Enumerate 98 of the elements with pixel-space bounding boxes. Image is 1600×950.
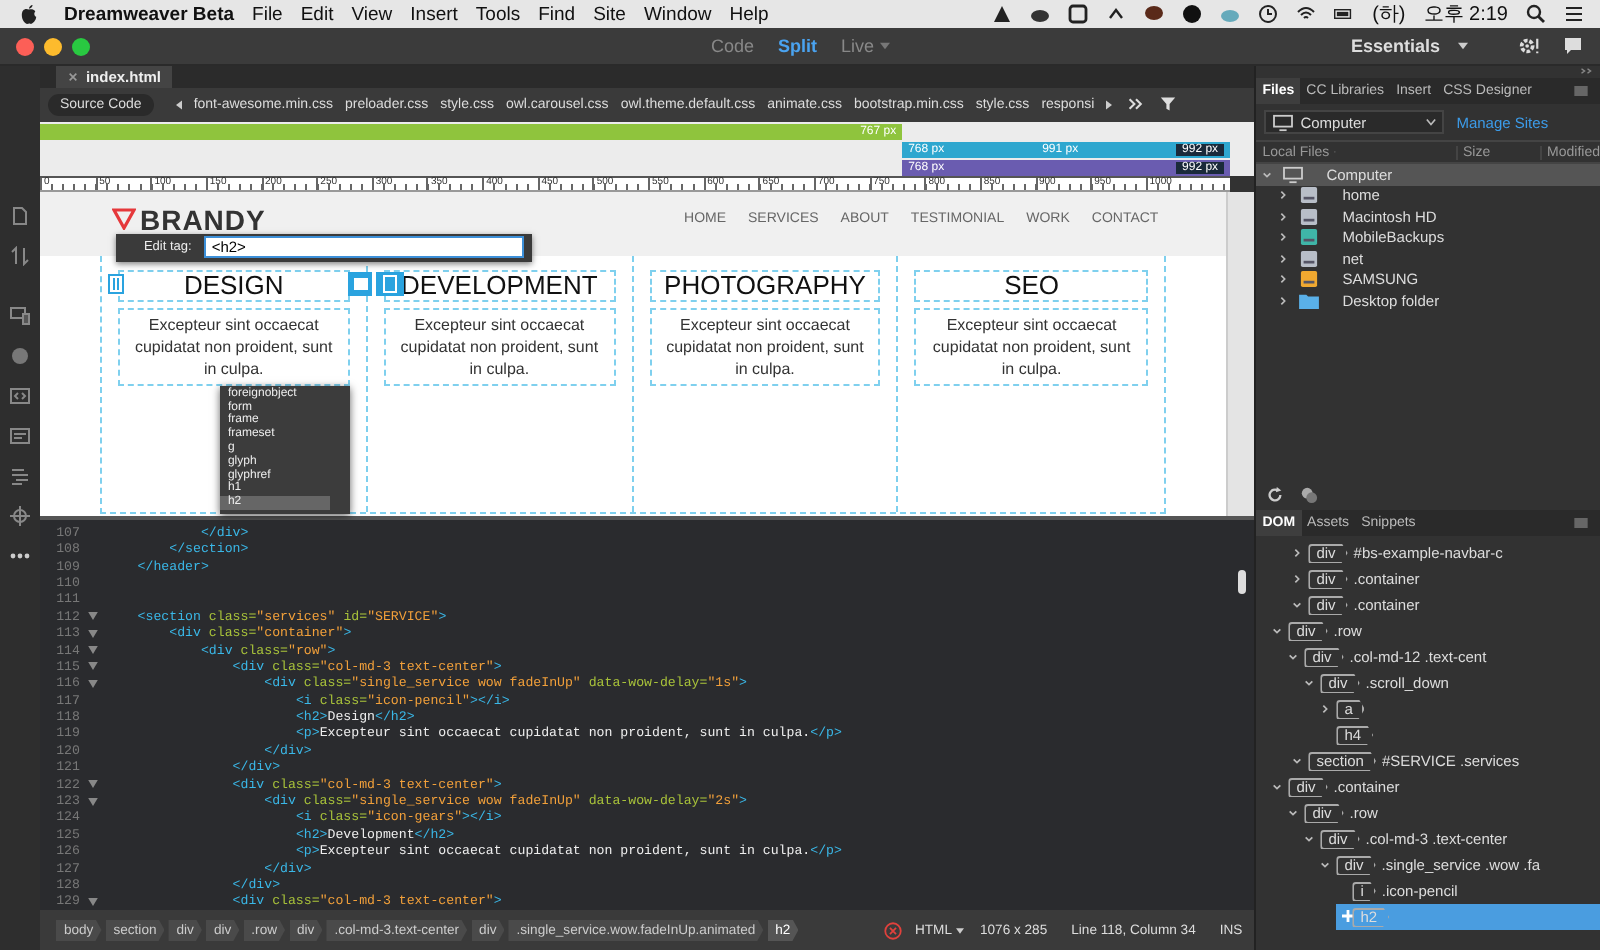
chevron-down-icon[interactable] — [1272, 782, 1283, 792]
clock-icon[interactable] — [1258, 4, 1279, 24]
error-icon[interactable] — [884, 921, 903, 940]
right-arrow-icon[interactable] — [1106, 99, 1113, 110]
search-icon[interactable] — [1526, 4, 1546, 24]
caret-icon[interactable] — [1458, 42, 1468, 50]
chevron-down-icon — [1426, 118, 1437, 126]
devices-icon[interactable] — [9, 306, 30, 326]
chevron-right-icon[interactable] — [1278, 295, 1289, 306]
chevron-down-icon[interactable] — [1292, 600, 1303, 610]
column-handle-icon[interactable] — [107, 273, 124, 294]
cloud-icon[interactable] — [1030, 4, 1051, 24]
double-chevron-icon[interactable] — [1128, 96, 1145, 113]
battery-icon[interactable] — [1334, 4, 1355, 24]
maximize-icon[interactable] — [72, 37, 90, 55]
chevron-right-icon[interactable] — [1278, 232, 1289, 243]
drive-icon — [1298, 249, 1321, 268]
connect-icon[interactable] — [1300, 486, 1319, 504]
chevron-down-icon[interactable] — [1262, 169, 1273, 180]
service-heading: SEO — [914, 269, 1149, 302]
menu-item[interactable]: Help — [729, 3, 769, 25]
up-down-arrows-icon[interactable] — [9, 246, 30, 266]
fold-icon[interactable] — [87, 797, 98, 806]
service-text: Excepteur sint occaecat cupidatat non proident, sunt in culpa. — [649, 307, 881, 386]
panel-menu-icon[interactable] — [1573, 518, 1588, 528]
chevron-right-icon[interactable] — [1292, 548, 1303, 558]
scroll-bar[interactable] — [1238, 570, 1247, 595]
service-heading: PHOTOGRAPHY — [649, 269, 881, 302]
chevron-right-icon[interactable] — [1320, 704, 1331, 714]
apple-logo-icon[interactable] — [20, 3, 38, 25]
chevron-down-icon[interactable] — [1288, 808, 1299, 818]
service-text: Excepteur sint occaecat cupidatat non proident, sunt in culpa. — [914, 307, 1149, 386]
element-handle-icon[interactable] — [347, 271, 404, 296]
fold-icon[interactable] — [87, 612, 98, 621]
menu-item[interactable]: Edit — [300, 3, 334, 25]
menu-item[interactable]: View — [351, 3, 393, 25]
file-icon[interactable] — [9, 206, 30, 226]
refresh-icon[interactable] — [1266, 486, 1285, 504]
chevron-down-icon[interactable] — [1320, 860, 1331, 870]
view-tab[interactable]: Split — [777, 36, 817, 56]
menu-item[interactable]: Tools — [475, 3, 521, 25]
triangle-icon[interactable] — [992, 4, 1013, 24]
drive-icon — [1298, 270, 1321, 289]
close-icon[interactable] — [16, 37, 34, 55]
panel-menu-icon[interactable] — [1573, 86, 1588, 96]
service-text: Excepteur sint occaecat cupidatat non proident, sunt in culpa. — [383, 307, 616, 386]
triangle-logo-icon — [111, 208, 136, 231]
fold-icon[interactable] — [87, 662, 98, 671]
filter-icon[interactable] — [1160, 96, 1177, 113]
logo-text: BRANDY — [139, 207, 266, 232]
chevron-right-icon[interactable] — [1278, 211, 1289, 222]
monitor-icon — [1282, 165, 1305, 184]
target-icon[interactable] — [9, 506, 30, 526]
app-menu[interactable]: Dreamweaver Beta — [64, 3, 235, 25]
add-icon[interactable] — [1340, 908, 1357, 924]
close-icon[interactable] — [67, 71, 78, 82]
fold-icon[interactable] — [87, 897, 98, 906]
fold-icon[interactable] — [87, 629, 98, 638]
square-icon[interactable] — [1068, 4, 1089, 24]
chevron-right-icon[interactable] — [1278, 253, 1289, 264]
chevron-right-icon[interactable] — [1278, 274, 1289, 285]
drive-icon — [1298, 186, 1321, 205]
chevron-right-icon[interactable] — [1278, 190, 1289, 201]
minimize-icon[interactable] — [44, 37, 62, 55]
fold-icon[interactable] — [87, 780, 98, 789]
chat-icon[interactable] — [1562, 36, 1584, 56]
menu-item[interactable]: Insert — [410, 3, 458, 25]
collapse-icon[interactable] — [1579, 66, 1592, 76]
chevron-down-icon[interactable] — [1288, 652, 1299, 662]
menu-item[interactable]: Find — [538, 3, 576, 25]
menu-item[interactable]: File — [252, 3, 283, 25]
globe-icon[interactable] — [9, 346, 30, 366]
caret-icon[interactable] — [955, 927, 964, 934]
code-icon[interactable] — [9, 386, 30, 406]
circle-icon[interactable] — [1182, 4, 1203, 24]
panel-icon[interactable] — [9, 426, 30, 446]
drive-icon — [1298, 228, 1321, 247]
chevron-down-icon[interactable] — [1304, 834, 1315, 844]
menu-bar-clock[interactable]: 오후 2:19 — [1423, 0, 1508, 28]
chevron-down-icon[interactable] — [1304, 678, 1315, 688]
chevron-down-icon[interactable] — [1272, 626, 1283, 636]
fold-icon[interactable] — [87, 679, 98, 688]
list-icon[interactable] — [1564, 4, 1584, 24]
chevron-down-icon[interactable] — [1292, 756, 1303, 766]
left-arrow-icon[interactable] — [175, 99, 182, 110]
settings-icon[interactable] — [1518, 36, 1540, 56]
folder-icon — [1298, 291, 1321, 310]
menu-item[interactable]: Window — [643, 3, 712, 25]
input-source-indicator[interactable]: (하) — [1372, 0, 1406, 28]
drive-icon — [1298, 207, 1321, 226]
workspace-switcher[interactable]: Essentials — [1350, 36, 1440, 56]
wifi-icon[interactable] — [1296, 4, 1317, 24]
chevron-right-icon[interactable] — [1292, 574, 1303, 584]
fold-icon[interactable] — [87, 646, 98, 655]
scroll-bar[interactable] — [1226, 191, 1255, 517]
menu-item[interactable]: Site — [593, 3, 626, 25]
lines-icon[interactable] — [9, 466, 30, 486]
monitor-icon — [1272, 113, 1295, 131]
